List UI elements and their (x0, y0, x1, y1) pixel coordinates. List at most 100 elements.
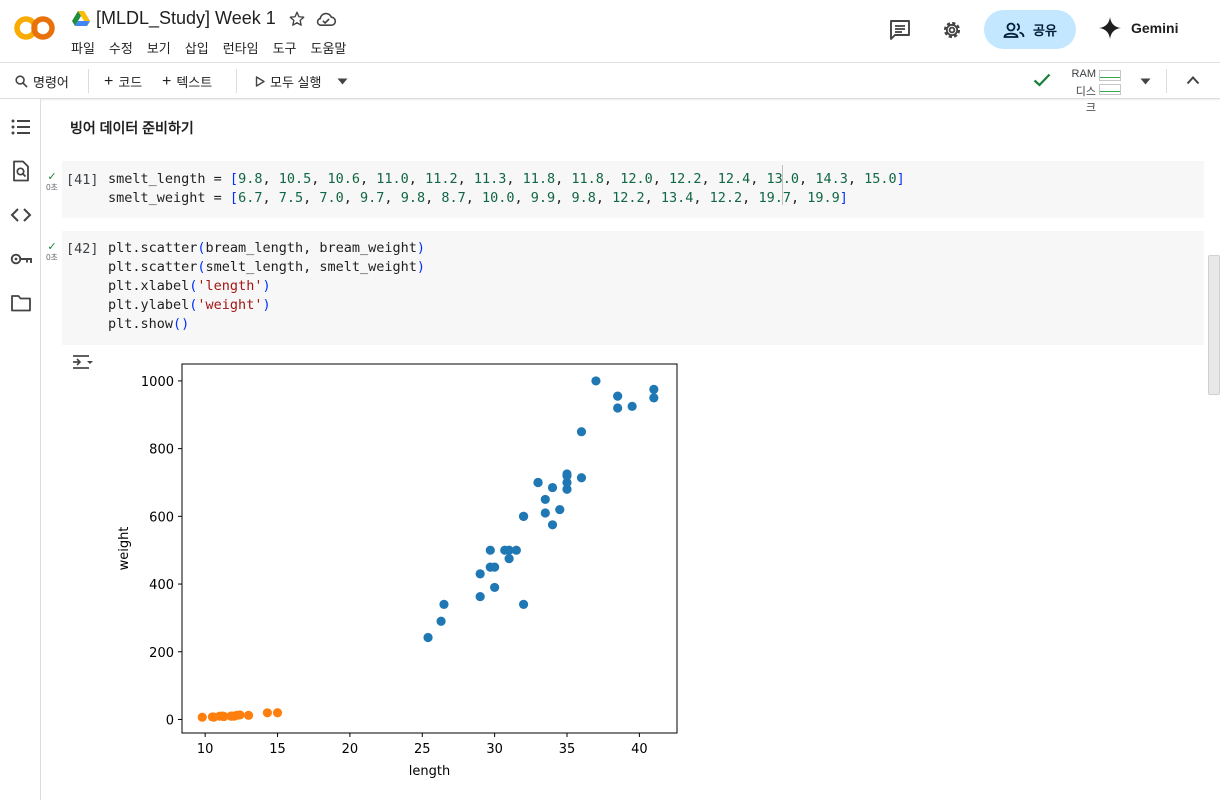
code-cell[interactable]: [42] plt.scatter(bream_length, bream_wei… (62, 231, 1204, 345)
code-line: smelt_length = [9.8, 10.5, 10.6, 11.0, 1… (108, 171, 905, 187)
code-editor[interactable]: plt.scatter(bream_length, bream_weight) p… (108, 239, 425, 334)
cloud-saved-icon[interactable] (315, 11, 337, 27)
plot-area (181, 363, 678, 734)
menu-insert[interactable]: 삽입 (185, 38, 209, 57)
data-point (272, 708, 283, 718)
gemini-sparkle-icon (1099, 17, 1121, 39)
text-cursor (782, 165, 783, 205)
menu-edit[interactable]: 수정 (109, 38, 133, 57)
add-code-button[interactable]: + 코드 (104, 72, 142, 91)
data-point (262, 708, 272, 718)
data-point (518, 599, 529, 609)
toolbar-divider (88, 69, 89, 93)
comment-icon[interactable] (888, 18, 912, 42)
scatter-plot: 10 15 20 25 30 35 4002004006008001000lengthwei… (117, 363, 678, 779)
command-palette-button[interactable]: 명령어 (15, 72, 69, 91)
y-tick-label: 0 (166, 713, 174, 728)
data-point (576, 427, 587, 437)
cell-run-status: ✓ 0초 (44, 242, 60, 263)
x-tick-label: 35 (559, 742, 576, 757)
code-editor[interactable]: smelt_length = [9.8, 10.5, 10.6, 11.0, 1… (108, 170, 905, 208)
execution-count: [41] (66, 172, 99, 188)
vertical-scrollbar[interactable] (1208, 255, 1220, 395)
data-point (518, 511, 529, 521)
table-of-contents-icon[interactable] (10, 116, 32, 138)
data-point (475, 591, 485, 602)
menu-tools[interactable]: 도구 (273, 38, 297, 57)
add-text-label: 텍스트 (176, 75, 213, 90)
data-point (511, 545, 521, 555)
data-point (613, 403, 623, 413)
data-point (485, 545, 495, 555)
connected-check-icon (1033, 73, 1051, 87)
section-heading: 빙어 데이터 준비하기 (70, 120, 194, 136)
data-point (235, 710, 245, 720)
x-tick-label: 25 (414, 742, 431, 757)
data-point (555, 504, 565, 515)
notebook-toolbar: 명령어 + 코드 + 텍스트 모두 실행 RAM 디스크 (0, 62, 1220, 114)
cell-run-time: 0초 (46, 253, 58, 262)
menu-runtime[interactable]: 런타임 (223, 38, 259, 57)
x-tick-label: 15 (269, 742, 286, 757)
data-point (649, 393, 659, 403)
x-tick-label: 20 (342, 742, 359, 757)
runtime-options-chevron-icon[interactable] (1140, 78, 1151, 85)
data-point (436, 616, 446, 626)
notebook-title[interactable]: [MLDL_Study] Week 1 (96, 8, 276, 29)
data-point (649, 384, 659, 394)
data-point (627, 401, 637, 411)
drive-icon[interactable] (72, 11, 90, 27)
gemini-label: Gemini (1131, 20, 1179, 36)
menu-file[interactable]: 파일 (71, 38, 95, 57)
run-options-chevron-icon[interactable] (337, 78, 348, 85)
run-success-check-icon: ✓ (47, 241, 57, 253)
data-point (613, 391, 623, 401)
data-point (243, 710, 254, 720)
x-axis-label: length (409, 764, 450, 779)
y-axis-label: weight (117, 527, 132, 571)
toolbar-divider (236, 69, 237, 93)
data-point (562, 471, 572, 481)
y-tick-label: 800 (149, 443, 174, 458)
data-point (504, 554, 514, 564)
secrets-key-icon[interactable] (10, 248, 32, 270)
gemini-button[interactable]: Gemini (1098, 16, 1178, 40)
search-icon (15, 75, 28, 88)
files-folder-icon[interactable] (10, 292, 32, 314)
code-line: plt.xlabel('length') (108, 278, 271, 294)
menu-help[interactable]: 도움말 (311, 38, 347, 57)
y-tick-label: 200 (149, 646, 174, 661)
people-icon (1003, 22, 1025, 38)
find-replace-icon[interactable] (10, 160, 32, 182)
gear-icon[interactable] (940, 18, 964, 42)
data-point (540, 494, 550, 505)
data-point (547, 520, 558, 530)
add-code-label: 코드 (118, 75, 143, 90)
code-snippets-icon[interactable] (10, 204, 32, 226)
add-text-button[interactable]: + 텍스트 (162, 72, 212, 91)
toolbar-divider (1166, 69, 1167, 93)
app-header: [MLDL_Study] Week 1 파일 수정 보기 삽입 런타임 도구 도… (0, 0, 1220, 62)
play-icon (255, 76, 265, 87)
menu-view[interactable]: 보기 (147, 38, 171, 57)
run-all-button[interactable]: 모두 실행 (255, 72, 321, 91)
run-success-check-icon: ✓ (47, 171, 57, 183)
share-label: 공유 (1033, 23, 1057, 38)
data-point (423, 632, 433, 643)
collapse-header-chevron-up-icon[interactable] (1186, 75, 1200, 85)
data-point (475, 569, 485, 579)
x-tick-label: 10 (197, 742, 214, 757)
y-tick-label: 1000 (141, 375, 174, 390)
code-cell[interactable]: [41] smelt_length = [9.8, 10.5, 10.6, 11… (62, 161, 1204, 218)
left-sidebar (0, 99, 41, 800)
code-line: plt.scatter(smelt_length, smelt_weight) (108, 259, 426, 275)
resource-monitor[interactable]: RAM 디스크 (1030, 66, 1160, 114)
ram-label: RAM (1071, 68, 1096, 80)
cell-run-time: 0초 (46, 183, 58, 192)
star-icon[interactable] (288, 10, 306, 28)
commands-label: 명령어 (33, 75, 69, 90)
share-button[interactable]: 공유 (984, 10, 1076, 49)
output-actions-icon[interactable] (72, 353, 94, 373)
colab-logo[interactable] (14, 12, 56, 44)
data-point (591, 376, 601, 386)
